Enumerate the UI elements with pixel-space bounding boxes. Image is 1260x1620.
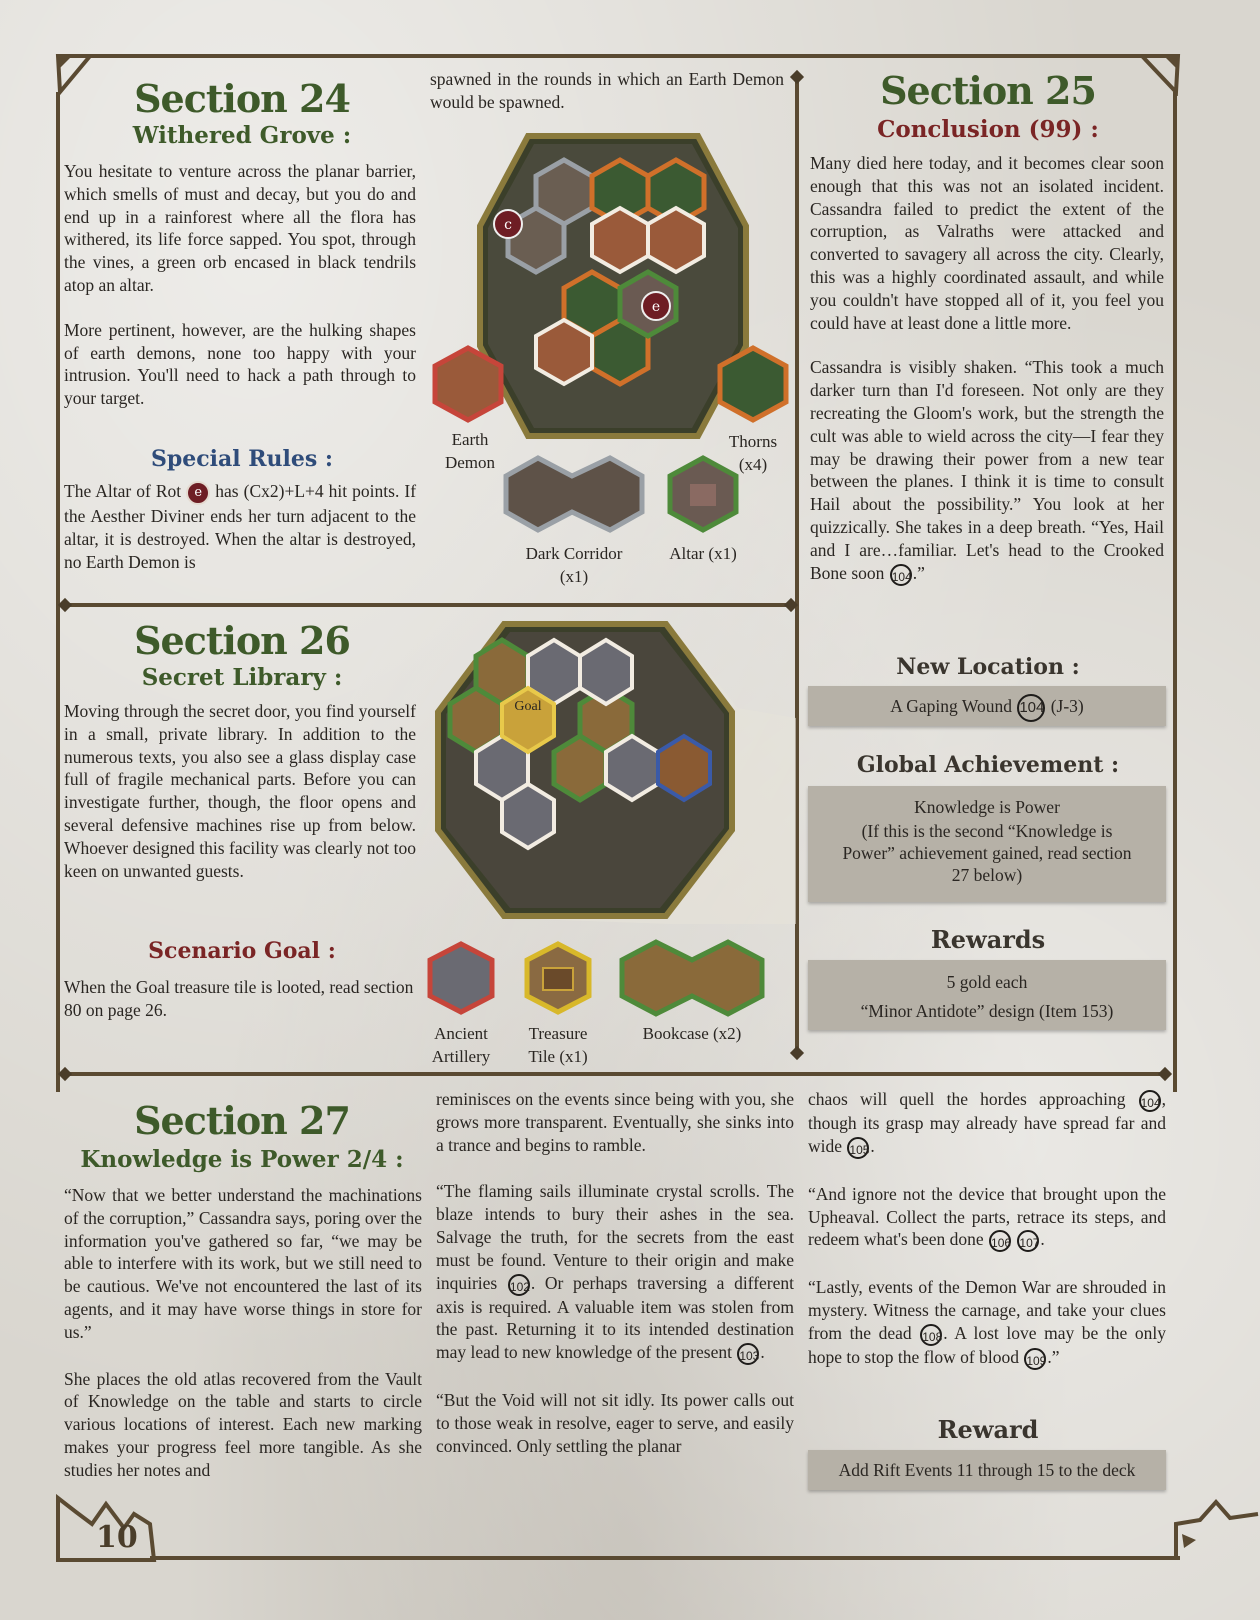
achievement-box: Knowledge is Power (If this is the secon… (808, 786, 1166, 902)
altar-rule-start: The Altar of Rot (64, 481, 182, 501)
section-ref-106: 106 (989, 1230, 1011, 1253)
treasure-tile-caption: Treasure Tile (x1) (528, 1024, 588, 1066)
special-rules-continued: spawned in the rounds in which an Earth … (430, 69, 784, 112)
section24-intro-1: You hesitate to venture across the plana… (64, 161, 416, 295)
section-ref-104b: 104 (1138, 1089, 1161, 1112)
section27-column-2: reminisces on the events since being wit… (436, 1088, 794, 1458)
global-achievement-heading: Global Achievement : (856, 752, 1120, 778)
section24-title: Section 24 (134, 76, 351, 121)
dark-corridor-tile-icon (503, 455, 645, 533)
divider-end-right-lower (1157, 1066, 1173, 1082)
new-location-coords: (J-3) (1050, 696, 1084, 716)
altar-of-rot-icon: e (186, 480, 211, 505)
altar-tile-icon (667, 455, 739, 533)
section25-paragraph-1: Many died here today, and it becomes cle… (810, 153, 1164, 333)
section27-reward-text: Add Rift Events 11 through 15 to the dec… (838, 1460, 1136, 1480)
section27-c3-paragraph-3: “Lastly, events of the Demon War are shr… (808, 1277, 1166, 1370)
map-marker-e: e (652, 299, 660, 315)
earth-demon-hex (646, 205, 706, 275)
earth-demon-caption: Earth Demon (444, 430, 496, 472)
section27-c2-paragraph-1: reminisces on the events since being wit… (436, 1089, 794, 1155)
divider-horizontal-mid (64, 603, 790, 607)
earth-demon-hex (590, 205, 650, 275)
section24-body: You hesitate to venture across the plana… (64, 160, 416, 410)
divider-end-left (57, 597, 73, 613)
section-ref-103: 103 (737, 1343, 759, 1366)
bookcase-caption: Bookcase (x2) (642, 1024, 742, 1043)
door-hex (656, 733, 712, 803)
section27-c1-paragraph-1: “Now that we better understand the machi… (64, 1185, 422, 1342)
page-frame-right-upper (1173, 92, 1177, 1092)
corner-ornament-bottom-right (1174, 1498, 1259, 1560)
section27-reward-box: Add Rift Events 11 through 15 to the dec… (808, 1450, 1166, 1490)
goal-treasure-hex (500, 685, 556, 755)
dark-corridor-caption: Dark Corridor (x1) (525, 544, 623, 586)
section26-paragraph: Moving through the secret door, you find… (64, 701, 416, 881)
section27-reward-heading: Reward (937, 1415, 1039, 1444)
section-ref-102: 102 (507, 1273, 530, 1296)
page-frame-top (70, 54, 1170, 58)
scenario-goal-heading: Scenario Goal : (148, 938, 336, 964)
earth-demon-tile-icon (432, 345, 504, 423)
page-frame-left-upper (56, 92, 60, 1092)
page-number: 10 (96, 1520, 138, 1555)
section25-subtitle: Conclusion (99) : (877, 116, 1099, 143)
scenario-goal-text-wrap: When the Goal treasure tile is looted, r… (64, 976, 416, 1022)
rewards-box: 5 gold each “Minor Antidote” design (Ite… (808, 960, 1166, 1030)
section25-paragraph-2: Cassandra is visibly shaken. “This took … (810, 357, 1164, 586)
vertical-divider-top (789, 69, 805, 85)
section27-subtitle: Knowledge is Power 2/4 : (80, 1146, 404, 1173)
new-location-box: A Gaping Wound 104 (J-3) (808, 686, 1166, 726)
section26-body: Moving through the secret door, you find… (64, 700, 416, 882)
goal-label: Goal (514, 699, 541, 714)
special-rules-heading: Special Rules : (150, 446, 334, 472)
earth-demon-hex (534, 317, 594, 387)
achievement-note: (If this is the second “Knowledge is Pow… (842, 821, 1132, 885)
page-frame-bottom (150, 1556, 1180, 1560)
section27-c3-paragraph-1: chaos will quell the hordes approaching … (808, 1089, 1166, 1159)
bookcase-hex (551, 733, 609, 803)
section-ref-109: 109 (1024, 1347, 1046, 1370)
ancient-artillery-caption: Ancient Artillery (431, 1024, 491, 1066)
ancient-artillery-tile-icon (427, 941, 495, 1015)
section27-column-1: “Now that we better understand the machi… (64, 1184, 422, 1482)
section26-title: Section 26 (134, 618, 351, 663)
section26-map: Goal (435, 621, 796, 924)
section-ref-105: 105 (847, 1136, 869, 1159)
thorns-tile-icon (717, 345, 789, 423)
bookcase-tile-icon (619, 939, 765, 1017)
section25-title: Section 25 (880, 68, 1097, 113)
artillery-hex (500, 781, 556, 851)
section27-c1-paragraph-2: She places the old atlas recovered from … (64, 1368, 422, 1480)
map-marker-c: c (504, 217, 512, 233)
new-location-name: A Gaping Wound (890, 696, 1012, 716)
section27-column-3: chaos will quell the hordes approaching … (808, 1088, 1166, 1370)
divider-horizontal-lower (64, 1072, 1164, 1076)
treasure-tile-icon (524, 941, 592, 1015)
rewards-heading: Rewards (930, 925, 1046, 954)
special-rules-text: The Altar of Rot e has (Cx2)+L+4 hit poi… (64, 480, 416, 573)
section24-intro-2: More pertinent, however, are the hulking… (64, 319, 416, 409)
artillery-hex (578, 637, 634, 707)
location-ref-104: 104 (1017, 693, 1046, 722)
reward-gold: 5 gold each (946, 972, 1028, 992)
section27-c2-paragraph-2: “The flaming sails illuminate crystal sc… (436, 1181, 794, 1366)
divider-end-left-lower (57, 1066, 73, 1082)
achievement-name: Knowledge is Power (914, 797, 1060, 817)
section24-subtitle: Withered Grove : (132, 122, 352, 149)
vertical-divider-bottom (789, 1045, 805, 1061)
section-ref-108: 108 (920, 1323, 942, 1346)
section26-subtitle: Secret Library : (141, 664, 343, 691)
section27-c3-paragraph-2: “And ignore not the device that brought … (808, 1183, 1166, 1253)
scenario-goal-text: When the Goal treasure tile is looted, r… (64, 977, 414, 1020)
section-ref-104: 104 (889, 563, 912, 586)
section-ref-107: 107 (1017, 1230, 1039, 1253)
section27-title: Section 27 (134, 1098, 351, 1143)
section27-c2-paragraph-3: “But the Void will not sit idly. Its pow… (436, 1390, 794, 1456)
section25-body: Many died here today, and it becomes cle… (810, 152, 1164, 586)
artillery-hex (604, 733, 660, 803)
new-location-heading: New Location : (896, 654, 1080, 680)
altar-caption: Altar (x1) (669, 544, 737, 563)
reward-design: “Minor Antidote” design (Item 153) (860, 1001, 1114, 1021)
